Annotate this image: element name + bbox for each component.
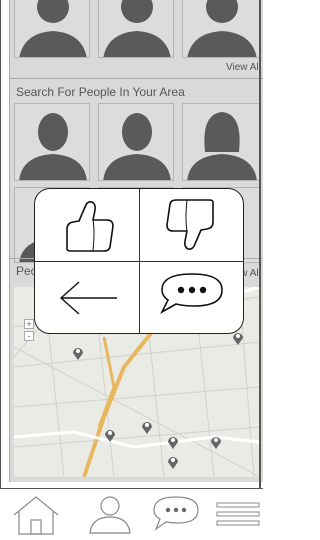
popup-divider-horizontal bbox=[35, 261, 243, 262]
back-button[interactable] bbox=[35, 262, 140, 333]
person-silhouette-icon bbox=[103, 113, 171, 180]
profile-thumbnail[interactable] bbox=[182, 103, 260, 181]
home-icon bbox=[13, 496, 59, 535]
action-popup bbox=[34, 188, 244, 334]
chat-icon bbox=[153, 496, 199, 531]
tab-home[interactable] bbox=[6, 489, 66, 540]
map-pin-icon[interactable] bbox=[167, 455, 179, 469]
like-button[interactable] bbox=[35, 189, 140, 262]
person-silhouette-icon bbox=[19, 113, 87, 180]
divider bbox=[10, 78, 263, 79]
zoom-in-button[interactable]: + bbox=[24, 319, 34, 329]
profile-icon bbox=[89, 496, 131, 534]
thumbs-up-icon bbox=[66, 201, 114, 252]
frame-edge-left bbox=[0, 0, 1, 488]
profile-thumbnail[interactable] bbox=[98, 0, 174, 58]
profile-thumbnail[interactable] bbox=[98, 103, 174, 181]
dislike-button[interactable] bbox=[140, 189, 243, 262]
profile-thumbnail[interactable] bbox=[14, 0, 90, 58]
map-pin-icon[interactable] bbox=[167, 435, 179, 449]
arrow-left-icon bbox=[59, 281, 117, 315]
zoom-out-button[interactable]: - bbox=[24, 331, 34, 341]
person-silhouette-female-icon bbox=[187, 112, 257, 180]
menu-icon bbox=[216, 502, 260, 526]
person-silhouette-icon bbox=[19, 0, 87, 57]
chat-bubble-icon bbox=[160, 273, 223, 315]
thumbs-down-icon bbox=[166, 199, 214, 250]
map-pin-icon[interactable] bbox=[210, 435, 222, 449]
phone-frame: View All Search For People In Your Area … bbox=[0, 0, 263, 540]
profile-thumbnail[interactable] bbox=[14, 103, 90, 181]
section-title-search: Search For People In Your Area bbox=[16, 85, 185, 99]
tab-profile[interactable] bbox=[80, 489, 140, 540]
profile-thumbnail[interactable] bbox=[182, 0, 260, 58]
person-silhouette-icon bbox=[103, 0, 171, 57]
view-all-link[interactable]: View All bbox=[226, 62, 261, 73]
map-pin-icon[interactable] bbox=[141, 420, 153, 434]
person-silhouette-icon bbox=[187, 0, 257, 57]
message-button[interactable] bbox=[140, 262, 243, 333]
map-pin-icon[interactable] bbox=[104, 428, 116, 442]
map-pin-icon[interactable] bbox=[72, 346, 84, 360]
tab-menu[interactable] bbox=[213, 489, 261, 540]
map-pin-icon[interactable] bbox=[232, 331, 244, 345]
frame-edge-right bbox=[259, 0, 261, 488]
tab-bar bbox=[0, 489, 263, 540]
tab-chat[interactable] bbox=[146, 489, 206, 540]
